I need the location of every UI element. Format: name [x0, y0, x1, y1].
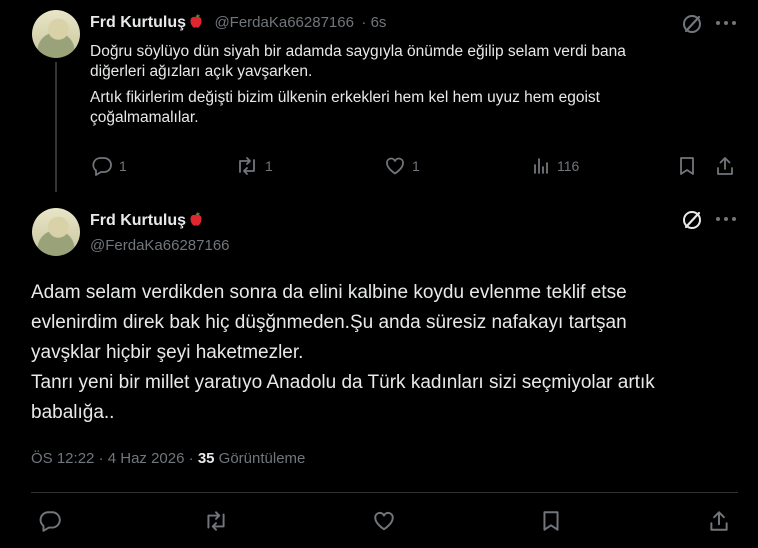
- grok-icon[interactable]: [681, 13, 703, 35]
- bookmark-button[interactable]: [677, 155, 697, 177]
- more-icon[interactable]: [715, 216, 737, 222]
- tweet1-line: çoğalmamalılar.: [90, 109, 199, 126]
- repost-icon: [207, 511, 225, 531]
- share-icon: [717, 157, 733, 175]
- apple-emoji-icon: [190, 212, 202, 226]
- tweet-time[interactable]: ÖS 12:22: [31, 450, 94, 467]
- display-name[interactable]: Frd Kurtuluş: [90, 14, 186, 31]
- like-count: 1: [412, 158, 420, 174]
- reply-icon: [39, 511, 61, 532]
- reply-button[interactable]: [38, 509, 62, 533]
- views-label: Görüntüleme: [218, 450, 306, 467]
- tweet1-line: Doğru söylüyo dün siyah bir adamda saygı…: [90, 43, 626, 60]
- display-name[interactable]: Frd Kurtuluş: [90, 212, 186, 229]
- tweet2-header: Frd Kurtuluş: [90, 211, 204, 230]
- reply-icon: [92, 157, 112, 176]
- reply-button[interactable]: 1: [91, 155, 127, 177]
- meta-separator: ·: [188, 450, 194, 467]
- tweet-date[interactable]: 4 Haz 2026: [108, 450, 185, 467]
- bookmark-button[interactable]: [540, 509, 562, 533]
- repost-button[interactable]: [203, 509, 229, 533]
- like-button[interactable]: [372, 509, 396, 533]
- views-count[interactable]: 35: [198, 450, 215, 467]
- more-icon[interactable]: [715, 20, 737, 26]
- repost-icon: [239, 157, 255, 175]
- tweet2-text: Adam selam verdikden sonra da elini kalb…: [31, 278, 751, 428]
- share-button[interactable]: [707, 509, 731, 533]
- views-count: 116: [557, 158, 580, 174]
- tweet1-line: diğerleri ağızları açık yavşarken.: [90, 63, 313, 80]
- share-icon: [710, 511, 728, 531]
- apple-emoji-icon: [190, 14, 202, 28]
- tweet1-text: Doğru söylüyo dün siyah bir adamda saygı…: [90, 42, 750, 128]
- views-icon: [534, 158, 548, 174]
- tweet2-line: Tanrı yeni bir millet yaratıyo Anadolu d…: [31, 372, 655, 393]
- user-handle[interactable]: @FerdaKa66287166: [214, 14, 354, 31]
- reply-count: 1: [119, 158, 127, 174]
- heart-icon: [386, 157, 404, 175]
- tweet2-line: babalığa..: [31, 402, 115, 423]
- divider: [31, 492, 738, 493]
- tweet2-line: yavşklar hiçbir şeyi haketmezler.: [31, 342, 304, 363]
- bookmark-icon: [543, 511, 559, 531]
- thread-line: [55, 62, 57, 192]
- repost-button[interactable]: 1: [235, 155, 273, 177]
- repost-count: 1: [265, 158, 273, 174]
- meta-separator: ·: [98, 450, 104, 467]
- tweet2-line: Adam selam verdikden sonra da elini kalb…: [31, 282, 627, 303]
- tweet-timestamp[interactable]: · 6s: [361, 14, 386, 31]
- tweet-meta: ÖS 12:22 · 4 Haz 2026 · 35 Görüntüleme: [31, 450, 305, 467]
- views-button[interactable]: 116: [531, 155, 579, 177]
- like-button[interactable]: 1: [384, 155, 420, 177]
- tweet2-line: evlenirdim direk bak hiç düşğnmeden.Şu a…: [31, 312, 627, 333]
- heart-icon: [374, 511, 394, 531]
- bookmark-icon: [680, 157, 694, 175]
- share-button[interactable]: [714, 155, 736, 177]
- avatar[interactable]: [32, 10, 80, 58]
- grok-icon[interactable]: [681, 209, 703, 231]
- tweet1-header: Frd Kurtuluş @FerdaKa66287166 · 6s: [90, 13, 386, 32]
- tweet1-line: Artık fikirlerim değişti bizim ülkenin e…: [90, 89, 600, 106]
- avatar[interactable]: [32, 208, 80, 256]
- user-handle[interactable]: @FerdaKa66287166: [90, 237, 230, 254]
